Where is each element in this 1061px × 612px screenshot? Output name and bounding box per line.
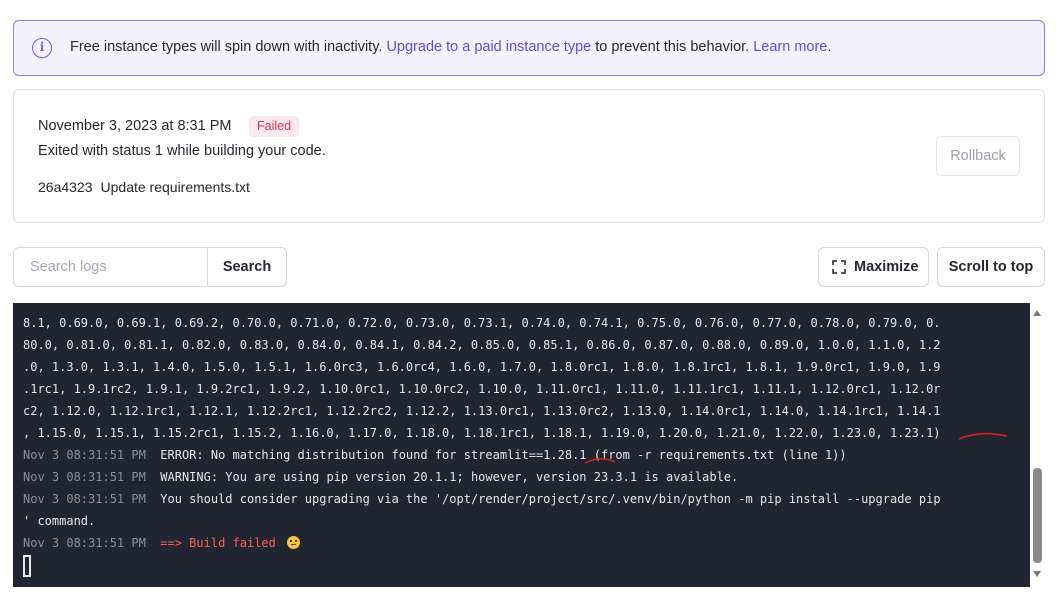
log-line-error: Nov 3 08:31:51 PM ERROR: No matching dis… — [23, 444, 1023, 466]
log-line-warning: Nov 3 08:31:51 PM WARNING: You are using… — [23, 466, 1023, 488]
log-line: 80.0, 0.81.0, 0.81.1, 0.82.0, 0.83.0, 0.… — [23, 338, 941, 352]
disappointed-face-emoji — [287, 536, 301, 549]
maximize-label: Maximize — [854, 259, 919, 275]
log-line: ' command. — [23, 514, 96, 528]
scroll-down-arrow-icon[interactable] — [1033, 571, 1041, 577]
log-message: You should consider upgrading via the '/… — [160, 492, 941, 506]
build-failed-message: ==> Build failed — [160, 536, 276, 550]
commit-info: 26a4323 Update requirements.txt — [38, 179, 250, 195]
search-logs-input[interactable] — [13, 247, 208, 287]
deploy-status-message: Exited with status 1 while building your… — [38, 143, 326, 159]
log-timestamp: Nov 3 08:31:51 PM — [23, 536, 146, 550]
log-timestamp: Nov 3 08:31:51 PM — [23, 448, 146, 462]
expand-icon — [832, 260, 846, 274]
banner-suffix: . — [827, 39, 832, 55]
log-line: c2, 1.12.0, 1.12.1rc1, 1.12.1, 1.12.2rc1… — [23, 404, 941, 418]
log-message: ERROR: No matching distribution found fo… — [160, 448, 847, 462]
log-timestamp: Nov 3 08:31:51 PM — [23, 470, 146, 484]
log-message: WARNING: You are using pip version 20.1.… — [160, 470, 739, 484]
log-scrollbar[interactable] — [1030, 303, 1045, 587]
log-line-upgrade: Nov 3 08:31:51 PM You should consider up… — [23, 488, 1023, 510]
info-banner: i Free instance types will spin down wit… — [13, 20, 1045, 76]
deploy-card: November 3, 2023 at 8:31 PM Failed Exite… — [13, 89, 1045, 223]
log-timestamp: Nov 3 08:31:51 PM — [23, 492, 146, 506]
banner-prefix: Free instance types will spin down with … — [70, 39, 387, 55]
deploy-date: November 3, 2023 at 8:31 PM — [38, 118, 232, 134]
commit-message: Update requirements.txt — [100, 179, 250, 195]
scroll-to-top-button[interactable]: Scroll to top — [937, 247, 1045, 287]
info-icon: i — [32, 38, 52, 58]
rollback-button[interactable]: Rollback — [936, 136, 1020, 176]
scroll-thumb[interactable] — [1033, 468, 1042, 563]
upgrade-link[interactable]: Upgrade to a paid instance type — [386, 39, 591, 55]
log-line: .0, 1.3.0, 1.3.1, 1.4.0, 1.5.0, 1.5.1, 1… — [23, 360, 941, 374]
log-line: .1rc1, 1.9.1rc2, 1.9.1, 1.9.2rc1, 1.9.2,… — [23, 382, 941, 396]
banner-text: Free instance types will spin down with … — [70, 39, 831, 55]
maximize-button[interactable]: Maximize — [818, 247, 929, 287]
log-line: , 1.15.0, 1.15.1, 1.15.2rc1, 1.15.2, 1.1… — [23, 426, 941, 440]
terminal-cursor — [23, 555, 31, 577]
log-panel[interactable]: 8.1, 0.69.0, 0.69.1, 0.69.2, 0.70.0, 0.7… — [13, 303, 1030, 587]
log-line: 8.1, 0.69.0, 0.69.1, 0.69.2, 0.70.0, 0.7… — [23, 316, 941, 330]
commit-hash[interactable]: 26a4323 — [38, 179, 93, 195]
banner-middle: to prevent this behavior. — [591, 39, 754, 55]
scroll-up-arrow-icon[interactable] — [1033, 310, 1041, 316]
learn-more-link[interactable]: Learn more — [753, 39, 827, 55]
log-line-build-failed: Nov 3 08:31:51 PM ==> Build failed — [23, 532, 1023, 554]
search-button[interactable]: Search — [207, 247, 287, 287]
status-badge: Failed — [249, 116, 300, 137]
